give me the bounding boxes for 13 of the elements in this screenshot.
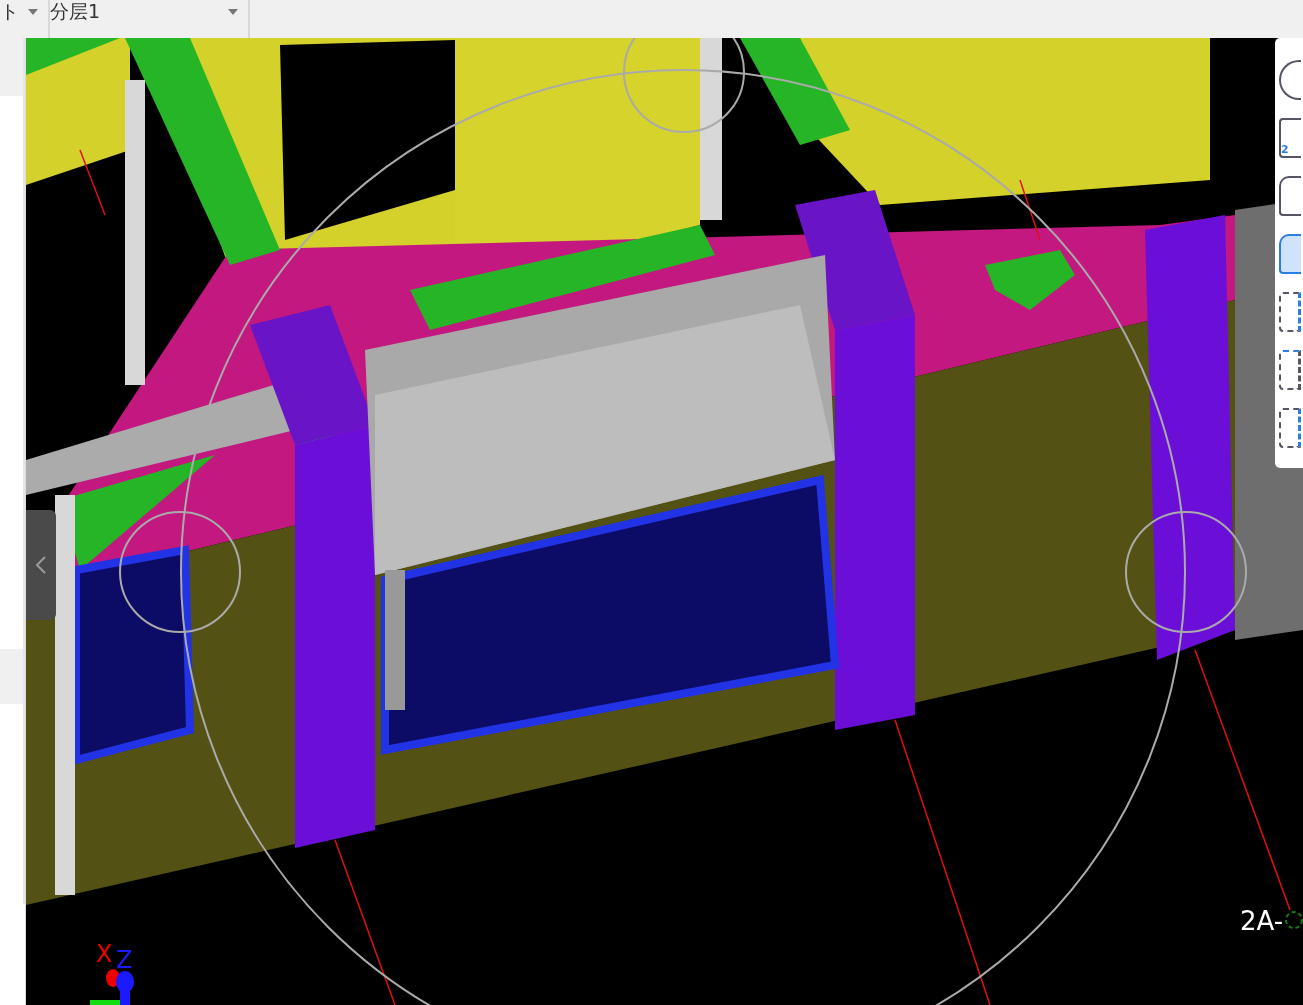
caret-icon [28,9,38,15]
axis-label: 2A- [1240,906,1284,936]
collapse-handle[interactable] [26,510,56,620]
caret-icon [228,9,238,15]
chevron-left-icon [36,556,46,574]
axis-marker [1285,911,1303,929]
plan-view-button[interactable]: 2 [1279,118,1301,158]
3d-viewport[interactable]: 2A- X Z 2 [26,38,1303,1005]
axis-gizmo-icon [90,969,134,1005]
orbit-icon[interactable] [1279,60,1301,100]
x-axis-label: X [96,940,113,968]
frame-icon[interactable] [1279,292,1301,332]
z-axis-label: Z [116,946,133,974]
